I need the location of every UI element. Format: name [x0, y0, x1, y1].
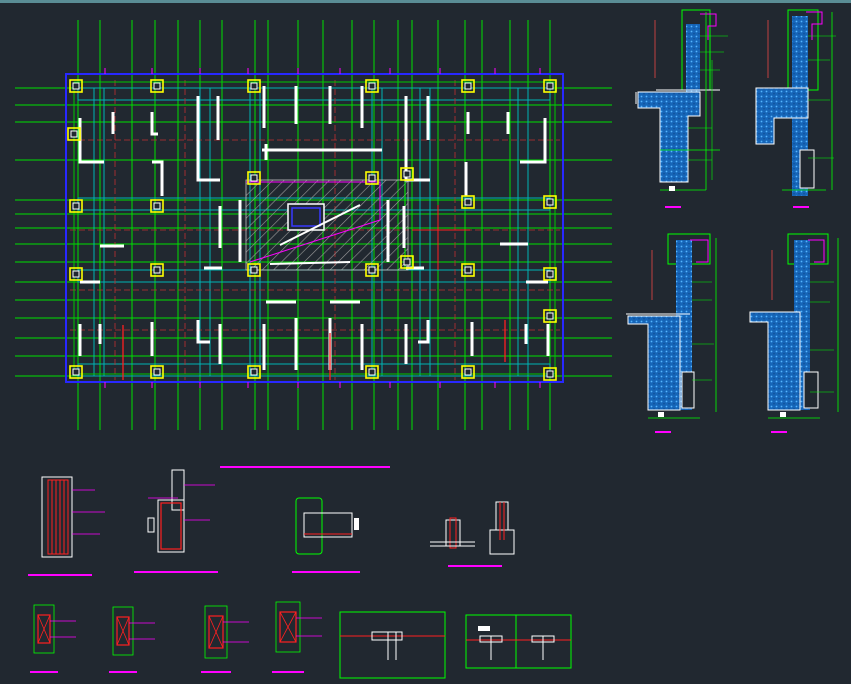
wall-section-4 — [749, 233, 839, 433]
small-column-section — [201, 605, 249, 673]
structure-floor-plan — [15, 20, 612, 430]
detail-column-b — [134, 469, 218, 573]
detail-column-a — [28, 476, 105, 576]
cad-drawing-canvas[interactable] — [0, 0, 851, 684]
beam-v — [199, 87, 211, 377]
small-column-section — [30, 604, 76, 673]
beam-panel-1 — [339, 611, 446, 679]
detail-beam-c — [292, 497, 360, 573]
wall-sections — [626, 9, 839, 433]
shear-wall — [152, 160, 164, 196]
wall-section-3 — [626, 233, 717, 433]
wall-section-2 — [755, 9, 833, 208]
beam-h — [77, 87, 551, 101]
small-column-section — [272, 601, 322, 673]
reinforcement-details — [28, 466, 572, 679]
beam-panel-2 — [465, 614, 572, 669]
small-column-section — [109, 606, 155, 673]
core-hatch — [245, 179, 409, 271]
beam-h — [77, 269, 551, 283]
detail-footing-d — [430, 501, 515, 567]
wall-section-1 — [635, 9, 720, 208]
